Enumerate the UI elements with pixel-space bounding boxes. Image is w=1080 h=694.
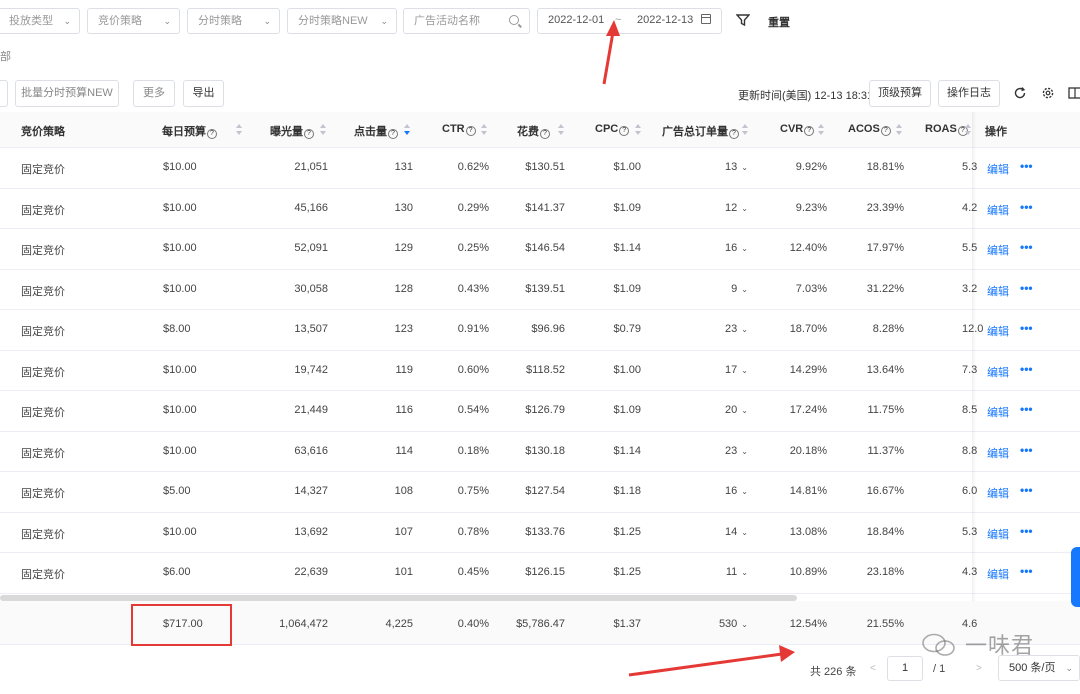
annotation-arrow-total [628, 645, 795, 677]
annotation-arrow-date [602, 20, 620, 85]
annotation-arrows [602, 20, 795, 677]
